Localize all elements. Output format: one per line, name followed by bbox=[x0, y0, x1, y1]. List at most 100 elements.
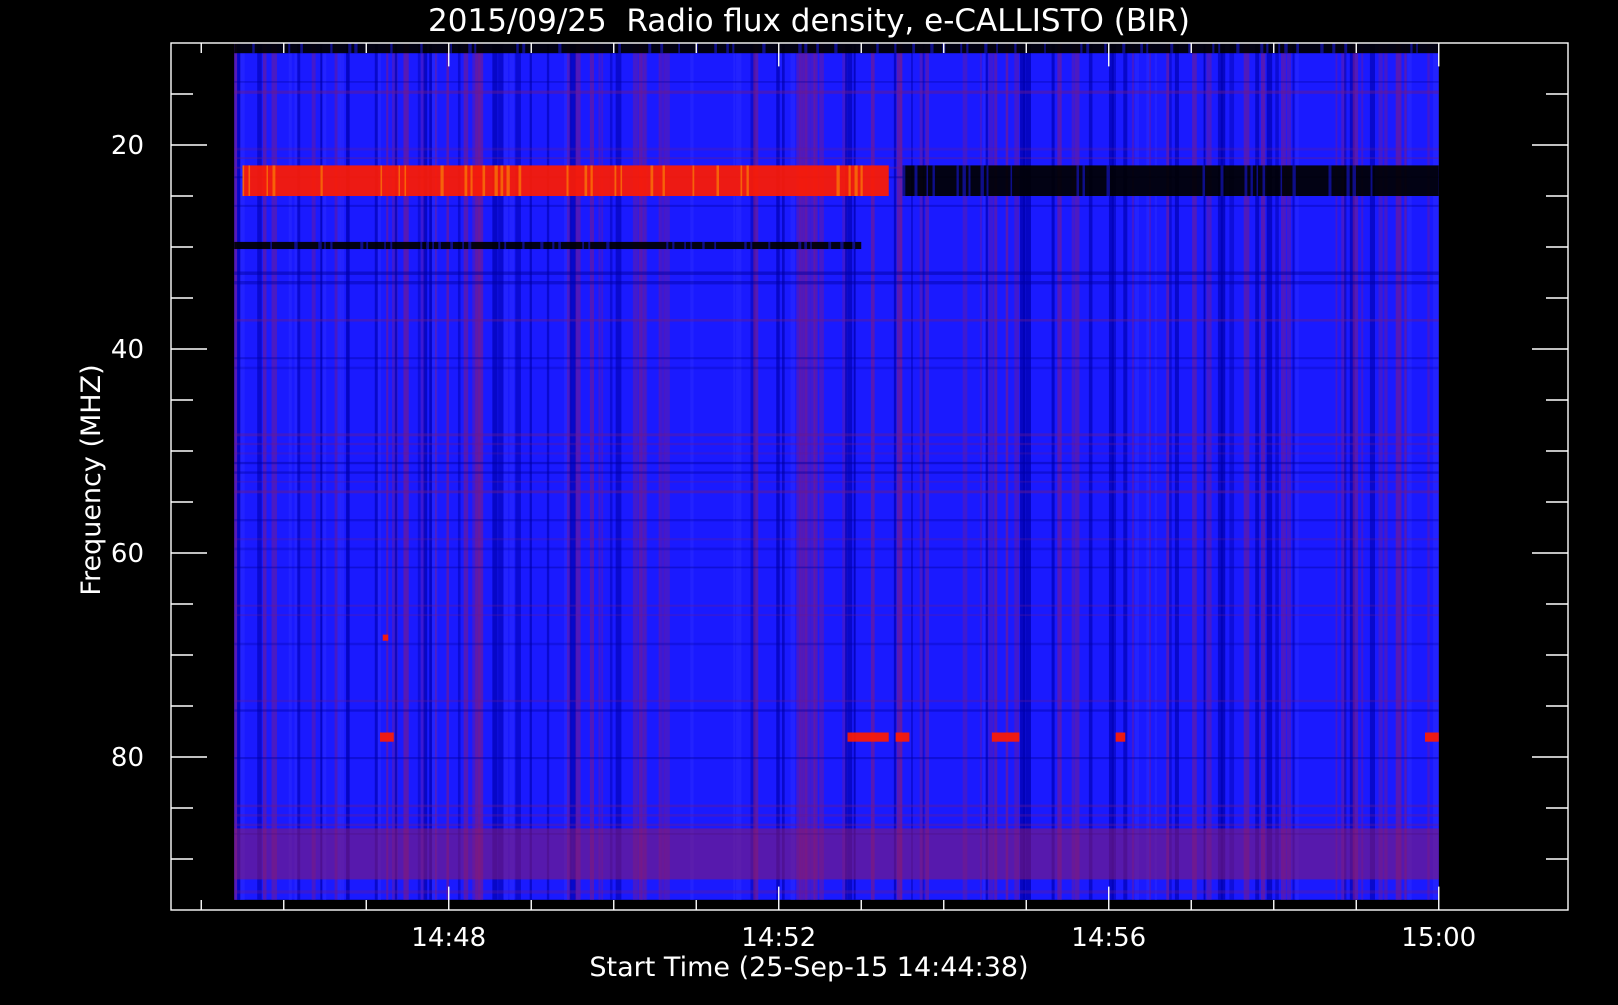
feature-streak bbox=[348, 43, 352, 54]
feature-streak bbox=[272, 165, 276, 196]
feature-streak bbox=[618, 43, 621, 54]
feature-streak bbox=[956, 165, 959, 196]
heatmap-row bbox=[234, 281, 1439, 285]
heatmap-row bbox=[234, 366, 1439, 370]
feature-streak bbox=[482, 165, 486, 196]
feature-streak bbox=[662, 165, 665, 196]
feature-streak bbox=[804, 43, 808, 54]
feature-streak bbox=[1218, 43, 1221, 54]
heatmap-row bbox=[234, 204, 1439, 207]
feature-fill bbox=[1425, 732, 1439, 742]
feature-streak bbox=[390, 241, 393, 250]
heatmap-row bbox=[234, 709, 1439, 712]
feature-streak bbox=[474, 43, 477, 54]
feature-streak bbox=[1292, 165, 1296, 196]
heatmap-row bbox=[234, 442, 1439, 446]
feature-streak bbox=[324, 241, 326, 250]
feature-streak bbox=[1146, 43, 1149, 54]
feature-streak bbox=[450, 43, 452, 54]
feature-streak bbox=[1082, 165, 1085, 196]
feature-streak bbox=[432, 241, 434, 250]
feature-streak bbox=[894, 43, 897, 54]
feature-streak bbox=[912, 43, 916, 54]
feature-streak bbox=[468, 241, 472, 250]
heatmap-row bbox=[234, 547, 1439, 551]
feature-streak bbox=[1320, 43, 1324, 54]
x-tick-label: 14:48 bbox=[411, 923, 486, 953]
heatmap-row bbox=[234, 147, 1439, 151]
feature-streak bbox=[848, 165, 851, 196]
feature-streak bbox=[582, 241, 584, 250]
heatmap-row bbox=[234, 519, 1439, 522]
feature-fill bbox=[380, 732, 394, 742]
feature-streak bbox=[522, 241, 525, 250]
feature-streak bbox=[746, 165, 749, 196]
feature-streak bbox=[1262, 165, 1266, 196]
feature-streak bbox=[672, 241, 675, 250]
feature-streak bbox=[318, 241, 322, 250]
heatmap-feature-spot bbox=[895, 732, 910, 742]
feature-streak bbox=[420, 43, 423, 54]
feature-streak bbox=[678, 43, 681, 54]
x-axis-label: Start Time (25-Sep-15 14:44:38) bbox=[589, 952, 1028, 983]
heatmap-row bbox=[234, 461, 1439, 465]
heatmap-feature-spot bbox=[991, 732, 1020, 742]
feature-streak bbox=[690, 241, 693, 250]
y-tick-label: 20 bbox=[111, 131, 144, 161]
feature-fill bbox=[847, 732, 889, 742]
feature-streak bbox=[606, 241, 610, 250]
feature-streak bbox=[384, 241, 386, 250]
heatmap-row bbox=[234, 357, 1439, 360]
feature-streak bbox=[1010, 165, 1013, 196]
feature-streak bbox=[1352, 165, 1356, 196]
feature-streak bbox=[1044, 43, 1046, 54]
feature-streak bbox=[300, 43, 303, 54]
feature-streak bbox=[558, 241, 561, 250]
heatmap-row bbox=[234, 538, 1439, 541]
heatmap-row bbox=[234, 471, 1439, 474]
x-tick-label: 14:56 bbox=[1071, 923, 1146, 953]
heatmap-feature-band bbox=[234, 241, 862, 250]
feature-streak bbox=[330, 43, 333, 54]
feature-streak bbox=[614, 165, 617, 196]
feature-streak bbox=[470, 165, 473, 196]
feature-streak bbox=[930, 43, 934, 54]
spectrogram-chart: 14:48 14:52 14:56 15:00 20 40 60 80 2015… bbox=[0, 0, 1618, 1000]
feature-streak bbox=[1266, 43, 1269, 54]
feature-streak bbox=[962, 165, 966, 196]
feature-streak bbox=[926, 165, 929, 196]
feature-streak bbox=[1280, 165, 1283, 196]
feature-streak bbox=[498, 241, 501, 250]
feature-streak bbox=[620, 165, 623, 196]
feature-streak bbox=[1370, 165, 1373, 196]
feature-streak bbox=[768, 241, 771, 250]
feature-streak bbox=[1344, 43, 1348, 54]
feature-streak bbox=[714, 241, 717, 250]
feature-streak bbox=[836, 165, 840, 196]
feature-streak bbox=[504, 241, 507, 250]
feature-streak bbox=[558, 43, 562, 54]
feature-streak bbox=[852, 241, 856, 250]
feature-streak bbox=[650, 165, 654, 196]
heatmap-row bbox=[234, 490, 1439, 494]
feature-streak bbox=[996, 43, 998, 54]
feature-streak bbox=[804, 241, 807, 250]
heatmap-feature-spot bbox=[847, 732, 889, 742]
feature-streak bbox=[494, 165, 498, 196]
feature-streak bbox=[876, 43, 879, 54]
feature-streak bbox=[248, 165, 251, 196]
feature-streak bbox=[1086, 43, 1090, 54]
feature-streak bbox=[980, 165, 984, 196]
feature-streak bbox=[740, 165, 743, 196]
feature-streak bbox=[462, 241, 464, 250]
feature-streak bbox=[1202, 165, 1206, 196]
feature-streak bbox=[1284, 43, 1288, 54]
feature-streak bbox=[648, 43, 652, 54]
feature-streak bbox=[1346, 165, 1350, 196]
spectrogram-svg: 14:48 14:52 14:56 15:00 20 40 60 80 2015… bbox=[76, 3, 1569, 983]
feature-streak bbox=[810, 241, 812, 250]
heatmap-feature-band bbox=[234, 43, 1439, 54]
feature-streak bbox=[468, 43, 472, 54]
heatmap-feature-spot bbox=[380, 732, 394, 742]
heatmap-row bbox=[234, 699, 1439, 703]
